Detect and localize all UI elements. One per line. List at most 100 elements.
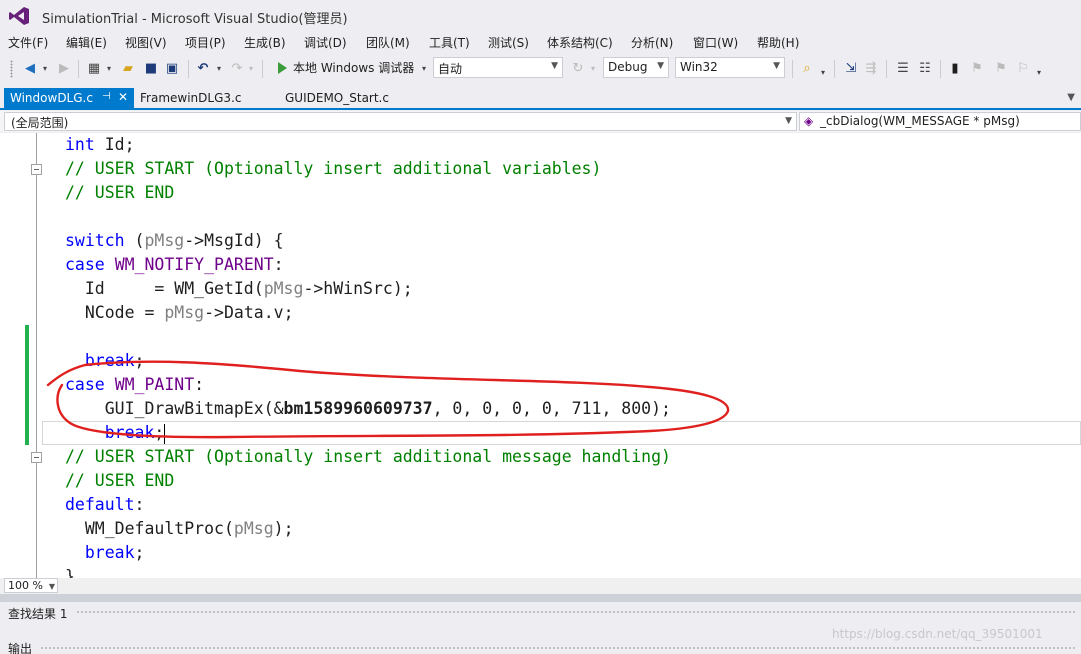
tab-underline xyxy=(0,108,1081,110)
zoom-value: 100 % xyxy=(8,579,43,592)
tab-windowdlg[interactable]: WindowDLG.c ⊣ ✕ xyxy=(4,88,134,110)
menu-view[interactable]: 视图(V) xyxy=(125,34,167,51)
start-debugging-button[interactable]: 本地 Windows 调试器 xyxy=(293,59,414,76)
platform-dropdown[interactable]: Win32 ▼ xyxy=(675,57,785,78)
code-line: int Id; xyxy=(65,135,135,154)
next-bookmark-icon[interactable]: ⚑ xyxy=(992,60,1010,78)
menu-analyze[interactable]: 分析(N) xyxy=(631,34,673,51)
code-editor[interactable]: int Id; // USER START (Optionally insert… xyxy=(0,133,1081,578)
tab-label: FramewinDLG3.c xyxy=(140,91,242,105)
toolbar-grip[interactable] xyxy=(10,60,13,78)
menu-project[interactable]: 项目(P) xyxy=(185,34,226,51)
change-tracking-bar xyxy=(25,325,29,445)
navigation-bar: (全局范围) ▼ ◈ _cbDialog(WM_MESSAGE * pMsg) xyxy=(0,111,1081,132)
new-dropdown-icon[interactable]: ▾ xyxy=(104,60,114,78)
menu-debug[interactable]: 调试(D) xyxy=(304,34,347,51)
tab-framewindlg3[interactable]: FramewinDLG3.c xyxy=(134,88,247,110)
new-project-icon[interactable]: ▦ xyxy=(84,60,104,78)
panel-grip xyxy=(40,646,1075,651)
code-line: case WM_PAINT: xyxy=(65,375,205,394)
undo-dropdown-icon[interactable]: ▾ xyxy=(214,60,224,78)
scope-value: (全局范围) xyxy=(11,116,69,130)
solution-config-value: 自动 xyxy=(438,62,463,76)
menu-build[interactable]: 生成(B) xyxy=(244,34,286,51)
tab-overflow-icon[interactable]: ▼ xyxy=(1067,92,1075,103)
toolbar-separator xyxy=(188,60,189,78)
menu-bar: 文件(F) 编辑(E) 视图(V) 项目(P) 生成(B) 调试(D) 团队(M… xyxy=(0,32,1081,54)
chevron-down-icon: ▼ xyxy=(551,61,558,71)
step-over-icon[interactable]: ⇶ xyxy=(862,60,880,78)
find-dropdown-icon[interactable]: ▾ xyxy=(818,64,828,82)
platform-value: Win32 xyxy=(680,60,718,74)
refresh-dropdown-icon[interactable]: ▾ xyxy=(588,60,598,78)
code-line: case WM_NOTIFY_PARENT: xyxy=(65,255,284,274)
menu-test[interactable]: 测试(S) xyxy=(488,34,529,51)
navigate-forward-icon[interactable]: ▶ xyxy=(54,60,74,78)
output-title: 输出 xyxy=(8,642,33,654)
configuration-value: Debug xyxy=(608,60,648,74)
outline-line xyxy=(36,175,37,456)
code-line: WM_DefaultProc(pMsg); xyxy=(65,519,294,538)
find-results-title: 查找结果 1 xyxy=(8,607,68,621)
editor-margin xyxy=(0,133,28,578)
step-into-icon[interactable]: ⇲ xyxy=(842,60,860,78)
menu-file[interactable]: 文件(F) xyxy=(8,34,48,51)
toolbar-separator xyxy=(792,60,793,78)
previous-bookmark-icon[interactable]: ⚑ xyxy=(968,60,986,78)
document-tabs: WindowDLG.c ⊣ ✕ FramewinDLG3.c GUIDEMO_S… xyxy=(0,88,1081,110)
toolbar-separator xyxy=(834,60,835,78)
collapse-icon[interactable] xyxy=(31,452,42,463)
back-dropdown-icon[interactable]: ▾ xyxy=(40,60,50,78)
debugger-dropdown-icon[interactable]: ▾ xyxy=(419,60,429,78)
tab-label: GUIDEMO_Start.c xyxy=(285,91,389,105)
code-line: NCode = pMsg->Data.v; xyxy=(65,303,294,322)
panel-grip xyxy=(76,610,1075,615)
code-line: // USER END xyxy=(65,183,175,202)
navigate-back-icon[interactable]: ◀ xyxy=(20,60,40,78)
zoom-dropdown[interactable]: 100 % ▼ xyxy=(4,578,58,593)
undo-icon[interactable]: ↶ xyxy=(194,60,212,78)
find-in-files-icon[interactable]: ⌕ xyxy=(798,60,816,78)
code-line: break; xyxy=(84,543,145,562)
configuration-dropdown[interactable]: Debug ▼ xyxy=(603,57,669,78)
scope-dropdown[interactable]: (全局范围) ▼ xyxy=(4,112,797,131)
code-line: // USER START (Optionally insert additio… xyxy=(65,447,671,466)
menu-edit[interactable]: 编辑(E) xyxy=(66,34,107,51)
pin-icon[interactable]: ⊣ xyxy=(102,91,111,102)
code-line: } xyxy=(65,567,75,578)
open-file-icon[interactable]: ▰ xyxy=(118,60,138,78)
outline-line xyxy=(36,463,37,578)
solution-config-dropdown[interactable]: 自动 ▼ xyxy=(433,57,563,78)
title-bar: SimulationTrial - Microsoft Visual Studi… xyxy=(0,0,1081,32)
save-icon[interactable]: ■ xyxy=(142,60,160,78)
find-results-panel-header[interactable]: 查找结果 1 xyxy=(0,602,1081,622)
menu-help[interactable]: 帮助(H) xyxy=(757,34,799,51)
code-line: // USER END xyxy=(65,471,175,490)
redo-dropdown-icon[interactable]: ▾ xyxy=(246,60,256,78)
comment-lines-icon[interactable]: ☰ xyxy=(894,60,912,78)
menu-team[interactable]: 团队(M) xyxy=(366,34,410,51)
tab-guidemo-start[interactable]: GUIDEMO_Start.c xyxy=(279,88,395,110)
menu-architecture[interactable]: 体系结构(C) xyxy=(547,34,613,51)
toolbar-separator xyxy=(78,60,79,78)
collapse-icon[interactable] xyxy=(31,164,42,175)
chevron-down-icon: ▼ xyxy=(785,116,792,126)
toolbar-separator xyxy=(886,60,887,78)
refresh-icon[interactable]: ↻ xyxy=(570,60,586,78)
current-line-highlight xyxy=(42,421,1081,445)
toolbar-separator xyxy=(940,60,941,78)
uncomment-lines-icon[interactable]: ☷ xyxy=(916,60,934,78)
start-debugging-icon[interactable] xyxy=(278,62,287,74)
tab-label: WindowDLG.c xyxy=(10,91,93,105)
menu-tools[interactable]: 工具(T) xyxy=(429,34,470,51)
code-line: Id = WM_GetId(pMsg->hWinSrc); xyxy=(65,279,413,298)
toolbar-overflow-icon[interactable]: ▾ xyxy=(1034,64,1044,82)
menu-window[interactable]: 窗口(W) xyxy=(693,34,738,51)
save-all-icon[interactable]: ▣ xyxy=(162,60,182,78)
clear-bookmarks-icon[interactable]: ⚐ xyxy=(1014,60,1032,78)
redo-icon[interactable]: ↷ xyxy=(228,60,246,78)
close-icon[interactable]: ✕ xyxy=(118,90,128,104)
function-dropdown[interactable]: ◈ _cbDialog(WM_MESSAGE * pMsg) xyxy=(799,112,1081,131)
bookmark-icon[interactable]: ▮ xyxy=(946,60,964,78)
panel-splitter[interactable] xyxy=(0,594,1081,602)
